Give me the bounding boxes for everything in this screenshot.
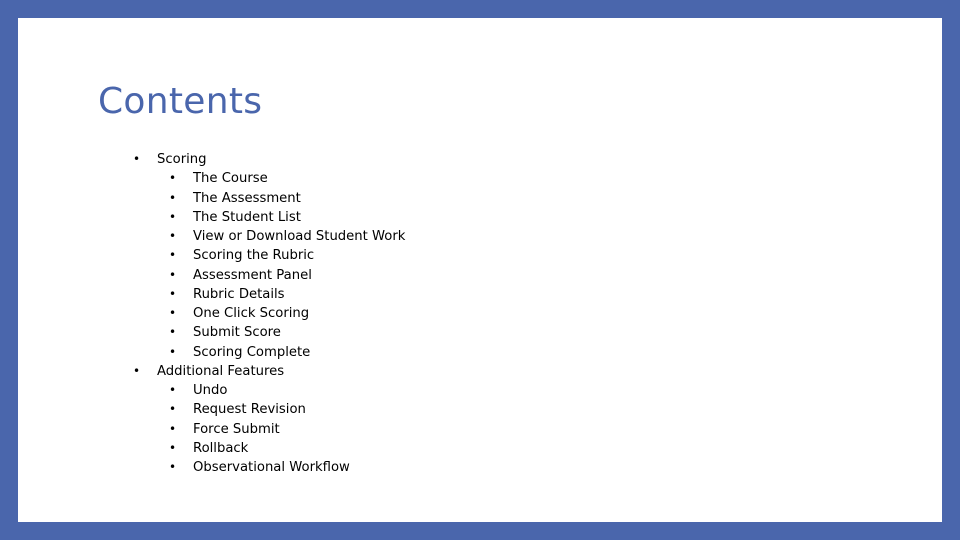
list-item: • View or Download Student Work <box>18 227 618 246</box>
list-item: • Force Submit <box>18 420 618 439</box>
bullet-icon: • <box>169 460 177 474</box>
list-item-label: The Student List <box>193 209 301 225</box>
list-item: • The Course <box>18 169 618 188</box>
list-item: • The Student List <box>18 208 618 227</box>
list-item-label: One Click Scoring <box>193 306 310 321</box>
list-item-label: Assessment Panel <box>193 267 312 283</box>
subsection-list: • The Course • The Assessment • The Student… <box>157 169 618 362</box>
section-item-scoring: • Scoring • The Course • The Assessment • T… <box>18 150 618 362</box>
subsection-list: • Undo • Request Revision • Force Submit • R… <box>157 381 618 477</box>
list-item-label: Observational Workflow <box>193 460 350 475</box>
list-item-label: Rollback <box>193 440 249 456</box>
list-item-label: Request Revision <box>193 402 306 418</box>
list-item: • The Assessment <box>18 189 618 208</box>
list-item: • Rubric Details <box>18 285 618 304</box>
bullet-icon: • <box>133 152 141 166</box>
list-item: • Rollback <box>18 439 618 458</box>
bullet-icon: • <box>169 344 177 359</box>
list-item: • Observational Workflow <box>18 458 618 477</box>
section-list: • Scoring • The Course • The Assessment • T… <box>18 150 618 477</box>
bullet-icon: • <box>169 248 177 263</box>
list-item-label: View or Download Student Work <box>193 229 406 244</box>
section-label: Scoring <box>157 152 207 167</box>
section-item-additional-features: • Additional Features • Undo • Request Rev… <box>18 362 618 478</box>
bullet-icon: • <box>169 440 177 455</box>
list-item-label: Force Submit <box>193 421 280 437</box>
list-item: • Undo <box>18 381 618 400</box>
list-item-label: Submit Score <box>193 325 281 341</box>
bullet-icon: • <box>169 286 177 301</box>
bullet-icon: • <box>169 421 177 436</box>
slide-title: Contents <box>98 81 263 122</box>
list-item-label: Scoring Complete <box>193 344 311 360</box>
list-item: • Scoring the Rubric <box>18 246 618 265</box>
bullet-icon: • <box>133 363 141 378</box>
section-label: Additional Features <box>157 363 285 379</box>
bullet-icon: • <box>169 402 177 417</box>
list-item: • Scoring Complete <box>18 343 618 362</box>
bullet-icon: • <box>169 229 177 243</box>
bullet-icon: • <box>169 383 177 397</box>
list-item: • One Click Scoring <box>18 304 618 323</box>
list-item: • Submit Score <box>18 323 618 342</box>
bullet-icon: • <box>169 171 177 186</box>
slide: Contents • Scoring • The Course • The Asse… <box>18 18 942 522</box>
bullet-icon: • <box>169 267 177 282</box>
list-item: • Request Revision <box>18 400 618 419</box>
bullet-icon: • <box>169 306 177 320</box>
list-item-label: Rubric Details <box>193 286 285 302</box>
bullet-icon: • <box>169 209 177 224</box>
list-item-label: Undo <box>193 383 228 398</box>
list-item-label: Scoring the Rubric <box>193 248 315 264</box>
bullet-icon: • <box>169 325 177 340</box>
list-item: • Assessment Panel <box>18 266 618 285</box>
list-item-label: The Assessment <box>193 190 301 206</box>
contents-list: • Scoring • The Course • The Assessment • T… <box>18 150 618 477</box>
list-item-label: The Course <box>193 171 268 187</box>
bullet-icon: • <box>169 190 177 205</box>
